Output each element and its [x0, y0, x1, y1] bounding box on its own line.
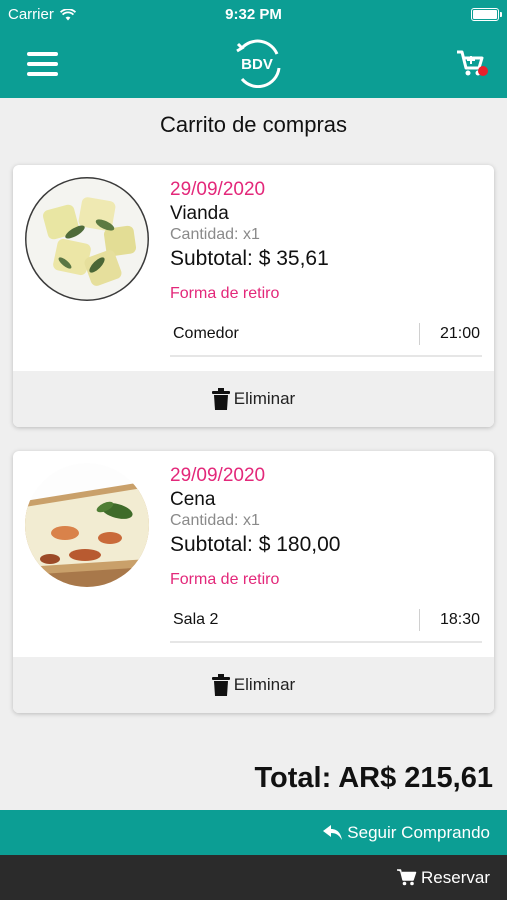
pickup-place[interactable]: Comedor: [173, 325, 239, 343]
reserve-label: Reservar: [421, 867, 490, 887]
ravioli-with-sage-image: [25, 177, 149, 301]
trash-icon: [211, 388, 230, 410]
continue-shopping-label: Seguir Comprando: [347, 822, 490, 842]
reply-arrow-icon: [323, 824, 343, 840]
battery-icon: [471, 8, 502, 21]
cart-item-card: 29/09/2020 Cena Cantidad: x1 Subtotal: $…: [13, 451, 494, 713]
bdv-logo: BDV: [236, 39, 281, 88]
pickup-time: 18:30: [439, 611, 480, 628]
pickup-method-label: Forma de retiro: [170, 285, 280, 302]
pickup-selector[interactable]: Comedor 21:00: [170, 315, 482, 357]
cart-item-card: 29/09/2020 Vianda Cantidad: x1 Subtotal:…: [13, 165, 494, 427]
page-title: Carrito de compras: [159, 112, 348, 137]
nav-bar: BDV: [0, 28, 507, 98]
item-quantity: Cantidad: x1: [170, 226, 260, 243]
item-subtotal: Subtotal: $ 35,61: [170, 247, 329, 270]
cart-total: Total: AR$ 215,61: [254, 762, 493, 794]
shopping-cart-icon: [397, 869, 417, 886]
item-subtotal: Subtotal: $ 180,00: [170, 533, 341, 556]
item-name: Vianda: [170, 203, 229, 224]
item-name: Cena: [170, 489, 216, 510]
pickup-time: 21:00: [439, 325, 480, 342]
item-quantity: Cantidad: x1: [170, 512, 260, 529]
item-date: 29/09/2020: [170, 465, 266, 486]
delete-item-button[interactable]: Eliminar: [13, 657, 494, 713]
reserve-button[interactable]: Reservar: [0, 855, 507, 900]
delete-label: Eliminar: [233, 389, 296, 408]
pickup-place[interactable]: Sala 2: [173, 611, 218, 629]
trash-icon: [211, 674, 230, 696]
continue-shopping-button[interactable]: Seguir Comprando: [0, 810, 507, 855]
status-bar: Carrier 9:32 PM: [0, 0, 507, 28]
divider: [419, 609, 420, 631]
hamburger-menu-icon[interactable]: [27, 52, 58, 76]
delete-item-button[interactable]: Eliminar: [13, 371, 494, 427]
pickup-selector[interactable]: Sala 2 18:30: [170, 601, 482, 643]
status-time: 9:32 PM: [225, 6, 282, 23]
pickup-method-label: Forma de retiro: [170, 571, 280, 588]
delete-label: Eliminar: [233, 675, 296, 694]
shopping-cart-icon[interactable]: [455, 48, 489, 80]
cart-badge-dot: [478, 66, 488, 76]
pizza-slice-with-basil-image: [25, 463, 149, 587]
item-date: 29/09/2020: [170, 179, 266, 200]
svg-text:BDV: BDV: [241, 56, 273, 73]
divider: [419, 323, 420, 345]
